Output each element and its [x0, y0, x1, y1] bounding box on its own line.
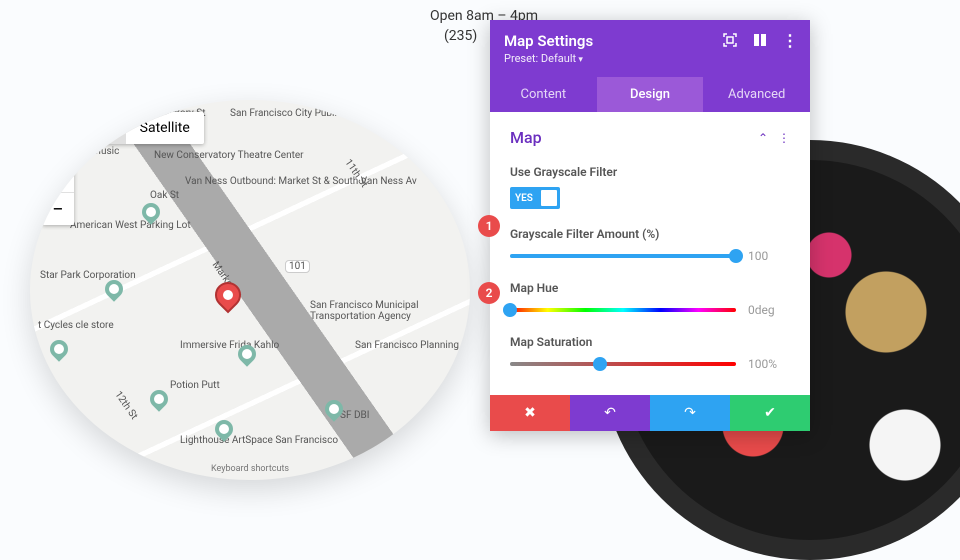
grayscale-label: Use Grayscale Filter	[510, 165, 790, 179]
more-icon[interactable]: ⋮	[782, 32, 798, 48]
grayscale-toggle[interactable]: YES	[510, 187, 560, 209]
section-title: Map	[510, 128, 542, 147]
amount-label: Grayscale Filter Amount (%)	[510, 227, 790, 241]
zoom-in-button[interactable]: +	[42, 160, 74, 192]
label-potion: Potion Putt	[170, 380, 220, 391]
column-icon[interactable]	[752, 32, 768, 48]
label-publicworks: San Francisco City Public Works	[230, 108, 373, 119]
fullscreen-icon[interactable]: ⛶	[426, 112, 458, 144]
annotation-1: 1	[478, 215, 500, 237]
label-lighthouse: Lighthouse ArtSpace San Francisco	[180, 435, 338, 446]
label-starpark: Star Park Corporation	[40, 270, 136, 281]
map-container[interactable]: San Francisco City Public Works Hickory …	[30, 100, 470, 480]
map-type-switch[interactable]: Map Satellite	[42, 112, 204, 144]
preset-dropdown[interactable]: Preset: Default	[504, 52, 796, 65]
hue-value: 0deg	[748, 303, 790, 317]
close-button[interactable]: ✖	[490, 395, 570, 431]
saturation-label: Map Saturation	[510, 335, 790, 349]
saturation-value: 100%	[748, 357, 790, 371]
route-shield-101: 101	[285, 260, 310, 273]
zoom-control: + −	[42, 160, 74, 225]
hue-slider[interactable]	[510, 308, 736, 312]
label-theatre: New Conservatory Theatre Center	[154, 150, 304, 161]
tab-advanced[interactable]: Advanced	[703, 77, 810, 112]
label-planning: San Francisco Planning	[355, 340, 459, 351]
hue-label: Map Hue	[510, 281, 790, 295]
label-muni: San Francisco Municipal Transportation A…	[310, 300, 470, 322]
map-tab-map[interactable]: Map	[42, 112, 98, 144]
amount-value: 100	[748, 249, 790, 263]
zoom-out-button[interactable]: −	[42, 193, 74, 225]
section-more-icon[interactable]: ⋮	[778, 131, 790, 145]
label-vanness: Van Ness Outbound: Market St & South Van…	[185, 176, 417, 187]
divider	[98, 112, 126, 144]
keyboard-shortcuts-link[interactable]: Keyboard shortcuts	[211, 464, 289, 474]
toggle-state-text: YES	[510, 193, 533, 204]
saturation-slider[interactable]	[510, 362, 736, 366]
amount-slider[interactable]	[510, 254, 736, 258]
panel-tabs: Content Design Advanced	[490, 77, 810, 112]
map-tab-satellite[interactable]: Satellite	[126, 112, 204, 144]
label-oak: Oak St	[150, 190, 179, 201]
tab-design[interactable]: Design	[597, 77, 704, 112]
label-kahlo: Immersive Frida Kahlo	[180, 340, 279, 351]
settings-panel: Map Settings Preset: Default ⋮ Content D…	[490, 20, 810, 431]
label-amwest: American West Parking Lot	[70, 220, 191, 231]
redo-button[interactable]: ↷	[650, 395, 730, 431]
label-sfdbi: SF DBI	[340, 410, 369, 421]
collapse-icon[interactable]: ⌃	[758, 131, 768, 145]
expand-icon[interactable]	[722, 32, 738, 48]
label-music: ol of Music	[70, 146, 119, 157]
label-cycles: t Cycles cle store	[38, 320, 114, 331]
undo-button[interactable]: ↶	[570, 395, 650, 431]
panel-footer: ✖ ↶ ↷ ✔	[490, 395, 810, 431]
annotation-2: 2	[478, 282, 500, 304]
tab-content[interactable]: Content	[490, 77, 597, 112]
save-button[interactable]: ✔	[730, 395, 810, 431]
panel-header: Map Settings Preset: Default ⋮	[490, 20, 810, 77]
